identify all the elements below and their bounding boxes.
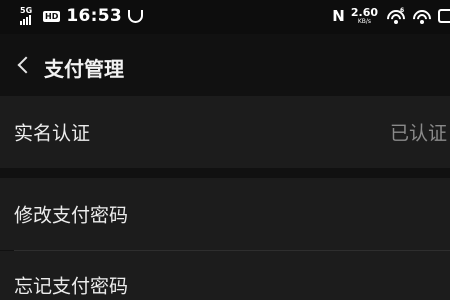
signal-icon: 5G — [20, 6, 38, 25]
status-left: 5G HD 16:53 — [20, 6, 143, 26]
network-speed-value: 2.60 — [350, 6, 378, 19]
status-time: 16:53 — [66, 6, 122, 26]
nfc-icon: N — [332, 7, 345, 25]
battery-icon — [438, 9, 450, 23]
status-bar: 5G HD 16:53 N 2.60 KB/s 6 — [0, 0, 450, 34]
network-speed: 2.60 KB/s — [351, 7, 378, 25]
network-type: 5G — [20, 6, 33, 15]
wifi-icon — [409, 6, 435, 32]
list-item-label: 实名认证 — [14, 122, 91, 145]
section-gap — [0, 168, 450, 178]
hd-icon: HD — [43, 10, 61, 22]
wifi-icon: 6 — [383, 6, 409, 32]
list-item-label: 修改支付密码 — [14, 204, 129, 227]
page-header: 支付管理 — [0, 34, 450, 96]
page-title: 支付管理 — [44, 57, 124, 81]
app-notification-icon — [127, 9, 143, 23]
wifi-version: 6 — [400, 7, 405, 14]
network-speed-unit: KB/s — [357, 18, 372, 25]
list-item-label: 忘记支付密码 — [14, 275, 129, 298]
status-right: N 2.60 KB/s 6 — [332, 4, 450, 32]
back-icon[interactable] — [8, 48, 38, 82]
list-item-real-name-verification[interactable]: 实名认证 已认证 — [0, 96, 450, 168]
list-item-forgot-payment-password[interactable]: 忘记支付密码 — [0, 251, 450, 300]
verification-status: 已认证 — [390, 122, 448, 145]
list-item-change-payment-password[interactable]: 修改支付密码 — [0, 178, 450, 250]
